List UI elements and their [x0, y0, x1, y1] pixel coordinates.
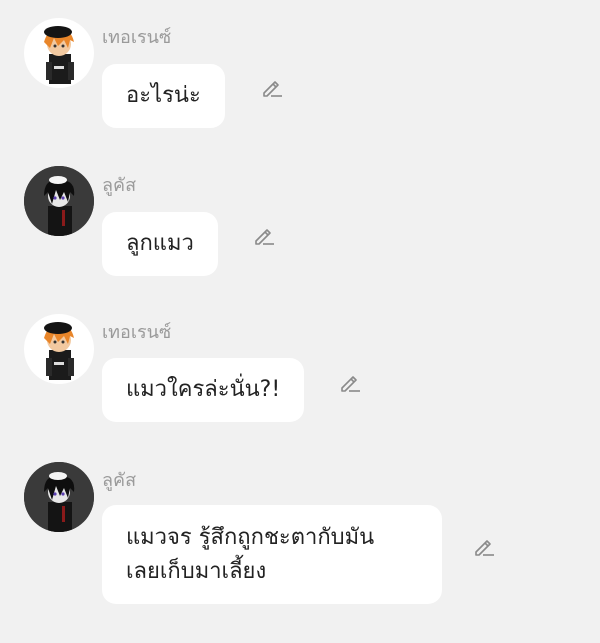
sender-name: เทอเรนซ์ — [102, 27, 172, 48]
message-bubble[interactable]: ลูกแมว — [102, 212, 218, 276]
sender-name: ลูคัส — [102, 470, 137, 491]
avatar[interactable] — [24, 462, 94, 532]
sender-name: ลูคัส — [102, 175, 137, 196]
message-text: แมวใครล่ะนั่น?! — [126, 377, 281, 402]
message-text-line: เลยเก็บมาเลี้ยง — [126, 558, 267, 584]
message-bubble[interactable]: แมวจร รู้สึกถูกชะตากับมัน เลยเก็บมาเลี้ย… — [102, 505, 442, 604]
avatar[interactable] — [24, 314, 94, 384]
avatar[interactable] — [24, 166, 94, 236]
pencil-icon[interactable] — [472, 535, 496, 559]
message-bubble[interactable]: แมวใครล่ะนั่น?! — [102, 358, 305, 422]
pencil-icon[interactable] — [338, 371, 362, 395]
message-text: อะไรน่ะ — [126, 83, 201, 108]
message-text-line: แมวจร รู้สึกถูกชะตากับมัน — [126, 524, 375, 550]
avatar[interactable] — [24, 18, 94, 88]
pencil-icon[interactable] — [252, 224, 276, 248]
message-text: ลูกแมว — [126, 231, 194, 256]
sender-name: เทอเรนซ์ — [102, 322, 172, 343]
message-bubble[interactable]: อะไรน่ะ — [102, 64, 225, 128]
pencil-icon[interactable] — [260, 76, 284, 100]
